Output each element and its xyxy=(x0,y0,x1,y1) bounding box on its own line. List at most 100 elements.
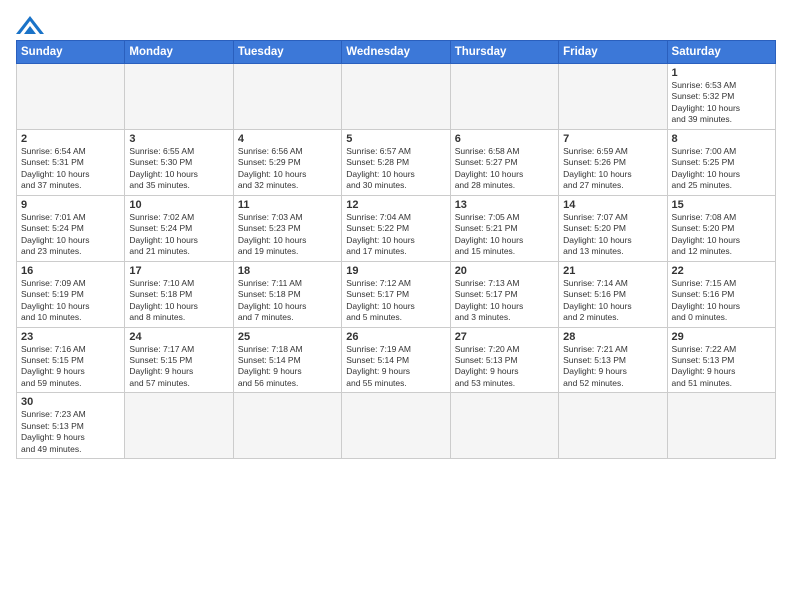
day-number: 23 xyxy=(21,331,120,343)
calendar-cell: 5Sunrise: 6:57 AM Sunset: 5:28 PM Daylig… xyxy=(342,129,450,195)
day-number: 8 xyxy=(672,133,771,145)
day-info: Sunrise: 7:20 AM Sunset: 5:13 PM Dayligh… xyxy=(455,344,554,390)
day-info: Sunrise: 6:58 AM Sunset: 5:27 PM Dayligh… xyxy=(455,146,554,192)
day-info: Sunrise: 7:00 AM Sunset: 5:25 PM Dayligh… xyxy=(672,146,771,192)
day-number: 15 xyxy=(672,199,771,211)
day-info: Sunrise: 7:21 AM Sunset: 5:13 PM Dayligh… xyxy=(563,344,662,390)
day-info: Sunrise: 7:08 AM Sunset: 5:20 PM Dayligh… xyxy=(672,212,771,258)
calendar-cell: 7Sunrise: 6:59 AM Sunset: 5:26 PM Daylig… xyxy=(559,129,667,195)
day-number: 27 xyxy=(455,331,554,343)
calendar-cell xyxy=(559,64,667,130)
calendar-cell xyxy=(342,393,450,459)
day-info: Sunrise: 7:10 AM Sunset: 5:18 PM Dayligh… xyxy=(129,278,228,324)
calendar-cell: 28Sunrise: 7:21 AM Sunset: 5:13 PM Dayli… xyxy=(559,327,667,393)
calendar-cell: 15Sunrise: 7:08 AM Sunset: 5:20 PM Dayli… xyxy=(667,195,775,261)
calendar-cell: 23Sunrise: 7:16 AM Sunset: 5:15 PM Dayli… xyxy=(17,327,125,393)
calendar-cell: 22Sunrise: 7:15 AM Sunset: 5:16 PM Dayli… xyxy=(667,261,775,327)
day-number: 3 xyxy=(129,133,228,145)
calendar-cell xyxy=(559,393,667,459)
calendar-cell xyxy=(667,393,775,459)
calendar-cell xyxy=(450,393,558,459)
day-info: Sunrise: 7:02 AM Sunset: 5:24 PM Dayligh… xyxy=(129,212,228,258)
calendar: SundayMondayTuesdayWednesdayThursdayFrid… xyxy=(16,40,776,459)
calendar-cell: 11Sunrise: 7:03 AM Sunset: 5:23 PM Dayli… xyxy=(233,195,341,261)
calendar-cell: 9Sunrise: 7:01 AM Sunset: 5:24 PM Daylig… xyxy=(17,195,125,261)
day-number: 22 xyxy=(672,265,771,277)
weekday-header: Tuesday xyxy=(233,41,341,64)
calendar-cell xyxy=(342,64,450,130)
day-info: Sunrise: 7:12 AM Sunset: 5:17 PM Dayligh… xyxy=(346,278,445,324)
calendar-cell: 17Sunrise: 7:10 AM Sunset: 5:18 PM Dayli… xyxy=(125,261,233,327)
weekday-header: Sunday xyxy=(17,41,125,64)
day-info: Sunrise: 7:22 AM Sunset: 5:13 PM Dayligh… xyxy=(672,344,771,390)
calendar-cell: 19Sunrise: 7:12 AM Sunset: 5:17 PM Dayli… xyxy=(342,261,450,327)
calendar-cell xyxy=(233,393,341,459)
day-number: 4 xyxy=(238,133,337,145)
calendar-cell: 25Sunrise: 7:18 AM Sunset: 5:14 PM Dayli… xyxy=(233,327,341,393)
day-info: Sunrise: 7:09 AM Sunset: 5:19 PM Dayligh… xyxy=(21,278,120,324)
day-number: 30 xyxy=(21,396,120,408)
calendar-cell: 13Sunrise: 7:05 AM Sunset: 5:21 PM Dayli… xyxy=(450,195,558,261)
day-number: 16 xyxy=(21,265,120,277)
calendar-cell xyxy=(450,64,558,130)
day-info: Sunrise: 7:01 AM Sunset: 5:24 PM Dayligh… xyxy=(21,212,120,258)
calendar-cell: 10Sunrise: 7:02 AM Sunset: 5:24 PM Dayli… xyxy=(125,195,233,261)
day-info: Sunrise: 7:19 AM Sunset: 5:14 PM Dayligh… xyxy=(346,344,445,390)
day-info: Sunrise: 6:56 AM Sunset: 5:29 PM Dayligh… xyxy=(238,146,337,192)
calendar-cell xyxy=(233,64,341,130)
calendar-cell: 21Sunrise: 7:14 AM Sunset: 5:16 PM Dayli… xyxy=(559,261,667,327)
calendar-cell: 18Sunrise: 7:11 AM Sunset: 5:18 PM Dayli… xyxy=(233,261,341,327)
calendar-cell xyxy=(125,393,233,459)
calendar-cell: 29Sunrise: 7:22 AM Sunset: 5:13 PM Dayli… xyxy=(667,327,775,393)
day-info: Sunrise: 7:04 AM Sunset: 5:22 PM Dayligh… xyxy=(346,212,445,258)
logo-area xyxy=(16,10,44,34)
day-number: 9 xyxy=(21,199,120,211)
calendar-cell: 16Sunrise: 7:09 AM Sunset: 5:19 PM Dayli… xyxy=(17,261,125,327)
day-info: Sunrise: 7:11 AM Sunset: 5:18 PM Dayligh… xyxy=(238,278,337,324)
calendar-cell: 6Sunrise: 6:58 AM Sunset: 5:27 PM Daylig… xyxy=(450,129,558,195)
day-number: 29 xyxy=(672,331,771,343)
calendar-cell xyxy=(17,64,125,130)
calendar-cell: 30Sunrise: 7:23 AM Sunset: 5:13 PM Dayli… xyxy=(17,393,125,459)
day-number: 18 xyxy=(238,265,337,277)
day-number: 24 xyxy=(129,331,228,343)
day-number: 20 xyxy=(455,265,554,277)
weekday-header: Wednesday xyxy=(342,41,450,64)
day-number: 17 xyxy=(129,265,228,277)
day-info: Sunrise: 7:14 AM Sunset: 5:16 PM Dayligh… xyxy=(563,278,662,324)
logo-icon xyxy=(16,16,44,34)
weekday-header: Monday xyxy=(125,41,233,64)
day-info: Sunrise: 6:55 AM Sunset: 5:30 PM Dayligh… xyxy=(129,146,228,192)
weekday-header: Saturday xyxy=(667,41,775,64)
calendar-cell: 3Sunrise: 6:55 AM Sunset: 5:30 PM Daylig… xyxy=(125,129,233,195)
day-info: Sunrise: 7:05 AM Sunset: 5:21 PM Dayligh… xyxy=(455,212,554,258)
weekday-header: Thursday xyxy=(450,41,558,64)
day-number: 5 xyxy=(346,133,445,145)
day-info: Sunrise: 7:03 AM Sunset: 5:23 PM Dayligh… xyxy=(238,212,337,258)
day-number: 26 xyxy=(346,331,445,343)
day-info: Sunrise: 6:57 AM Sunset: 5:28 PM Dayligh… xyxy=(346,146,445,192)
day-number: 14 xyxy=(563,199,662,211)
calendar-cell: 12Sunrise: 7:04 AM Sunset: 5:22 PM Dayli… xyxy=(342,195,450,261)
day-info: Sunrise: 6:59 AM Sunset: 5:26 PM Dayligh… xyxy=(563,146,662,192)
day-number: 10 xyxy=(129,199,228,211)
calendar-cell: 2Sunrise: 6:54 AM Sunset: 5:31 PM Daylig… xyxy=(17,129,125,195)
day-info: Sunrise: 7:13 AM Sunset: 5:17 PM Dayligh… xyxy=(455,278,554,324)
day-number: 12 xyxy=(346,199,445,211)
calendar-cell: 4Sunrise: 6:56 AM Sunset: 5:29 PM Daylig… xyxy=(233,129,341,195)
day-number: 7 xyxy=(563,133,662,145)
calendar-cell: 26Sunrise: 7:19 AM Sunset: 5:14 PM Dayli… xyxy=(342,327,450,393)
day-info: Sunrise: 7:07 AM Sunset: 5:20 PM Dayligh… xyxy=(563,212,662,258)
day-info: Sunrise: 7:23 AM Sunset: 5:13 PM Dayligh… xyxy=(21,409,120,455)
day-number: 19 xyxy=(346,265,445,277)
day-info: Sunrise: 6:53 AM Sunset: 5:32 PM Dayligh… xyxy=(672,80,771,126)
header-area xyxy=(16,10,776,34)
day-number: 28 xyxy=(563,331,662,343)
day-number: 2 xyxy=(21,133,120,145)
day-info: Sunrise: 7:16 AM Sunset: 5:15 PM Dayligh… xyxy=(21,344,120,390)
calendar-cell: 20Sunrise: 7:13 AM Sunset: 5:17 PM Dayli… xyxy=(450,261,558,327)
calendar-cell: 24Sunrise: 7:17 AM Sunset: 5:15 PM Dayli… xyxy=(125,327,233,393)
day-number: 11 xyxy=(238,199,337,211)
day-info: Sunrise: 7:18 AM Sunset: 5:14 PM Dayligh… xyxy=(238,344,337,390)
calendar-cell xyxy=(125,64,233,130)
